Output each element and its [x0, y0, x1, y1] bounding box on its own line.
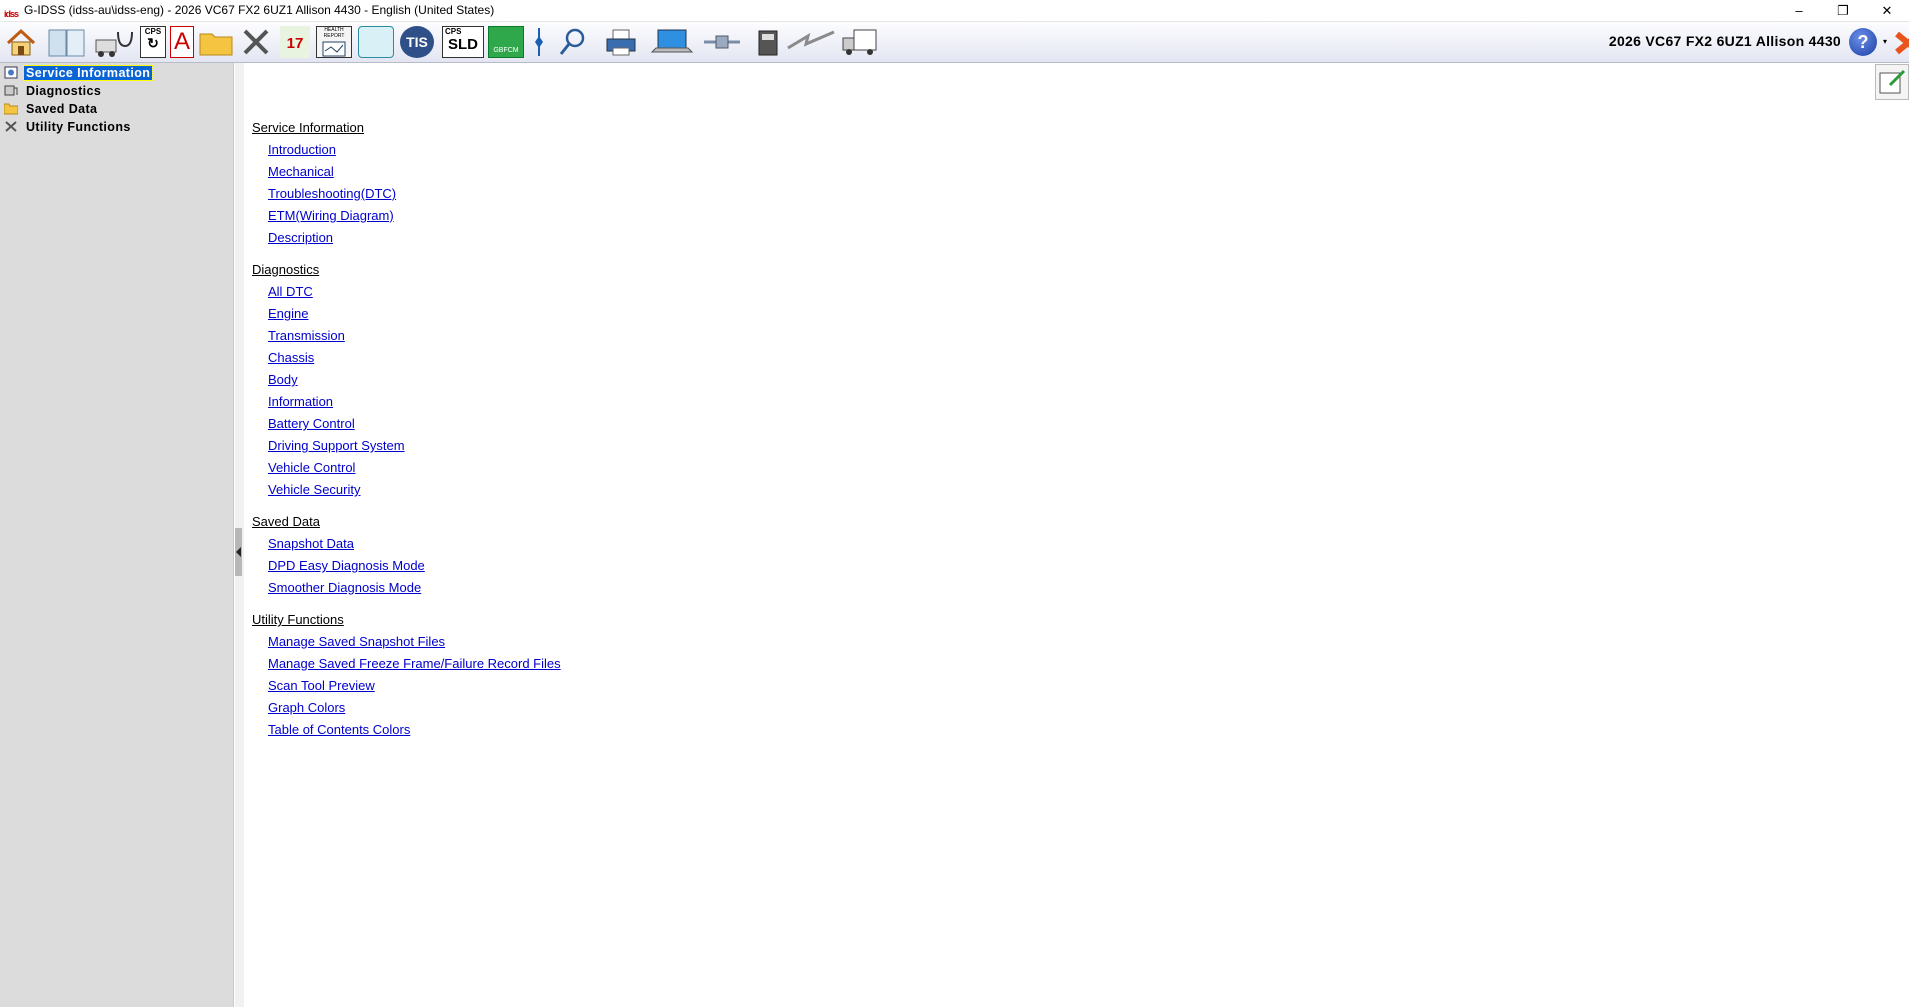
magnifier-icon[interactable] — [556, 26, 590, 58]
tree-item-utility-functions[interactable]: Utility Functions — [4, 119, 133, 136]
tree-item-diagnostics[interactable]: Diagnostics — [4, 83, 103, 100]
title-bar: idss G-IDSS (idss-au\idss-eng) - 2026 VC… — [0, 0, 1909, 22]
help-icon[interactable]: ? — [1849, 28, 1877, 56]
book-icon — [4, 66, 18, 79]
folder-icon — [3, 102, 19, 115]
collapse-arrow-icon[interactable] — [235, 528, 242, 576]
lightning-icon[interactable] — [786, 26, 836, 58]
main-toolbar: CPS ↻ A 17 HEALTH REPORT TIS CPS SLD GBF… — [0, 22, 1909, 63]
tools-icon — [4, 120, 18, 133]
link-all-dtc[interactable]: All DTC — [268, 284, 313, 299]
truck-stethoscope-icon[interactable] — [94, 26, 134, 58]
section-diagnostics[interactable]: Diagnostics — [252, 262, 319, 277]
book-icon[interactable] — [46, 26, 88, 58]
folder-icon[interactable] — [198, 26, 234, 58]
link-vehicle-security[interactable]: Vehicle Security — [268, 482, 361, 497]
device-icon[interactable] — [756, 26, 780, 58]
gbfcm-icon[interactable]: GBFCM — [488, 26, 524, 58]
dashboard-monitor-icon[interactable] — [358, 26, 394, 58]
edit-note-icon — [1879, 69, 1906, 94]
window-title: G-IDSS (idss-au\idss-eng) - 2026 VC67 FX… — [24, 3, 495, 17]
truck-icon[interactable] — [840, 26, 880, 58]
link-troubleshooting-dtc[interactable]: Troubleshooting(DTC) — [268, 186, 396, 201]
link-description[interactable]: Description — [268, 230, 333, 245]
link-vehicle-control[interactable]: Vehicle Control — [268, 460, 355, 475]
link-scan-tool-preview[interactable]: Scan Tool Preview — [268, 678, 375, 693]
navigation-tree: Service Information Diagnostics Saved Da… — [0, 63, 234, 1007]
edit-note-button[interactable] — [1875, 64, 1909, 100]
help-dropdown-icon[interactable]: ▾ — [1883, 37, 1887, 46]
section-utility-functions[interactable]: Utility Functions — [252, 612, 344, 627]
calendar-17-icon[interactable]: 17 — [280, 26, 310, 58]
cps-sld-icon[interactable]: CPS SLD — [442, 26, 484, 58]
tree-item-label: Diagnostics — [26, 84, 102, 98]
link-etm-wiring-diagram[interactable]: ETM(Wiring Diagram) — [268, 208, 394, 223]
printer-icon[interactable] — [604, 26, 638, 58]
link-smoother-diagnosis-mode[interactable]: Smoother Diagnosis Mode — [268, 580, 421, 595]
exit-icon[interactable] — [1891, 26, 1909, 58]
tools-icon[interactable] — [240, 26, 272, 58]
tree-item-saved-data[interactable]: Saved Data — [3, 101, 99, 118]
link-table-of-contents-colors[interactable]: Table of Contents Colors — [268, 722, 410, 737]
link-dpd-easy-diagnosis-mode[interactable]: DPD Easy Diagnosis Mode — [268, 558, 425, 573]
close-button[interactable]: ✕ — [1865, 0, 1909, 21]
link-manage-saved-snapshot-files[interactable]: Manage Saved Snapshot Files — [268, 634, 445, 649]
vehicle-label: 2026 VC67 FX2 6UZ1 Allison 4430 — [1608, 33, 1841, 49]
link-information[interactable]: Information — [268, 394, 333, 409]
tree-item-label: Utility Functions — [26, 120, 131, 134]
tree-item-label: Saved Data — [26, 102, 98, 116]
tree-item-service-information[interactable]: Service Information — [4, 65, 154, 82]
link-battery-control[interactable]: Battery Control — [268, 416, 355, 431]
section-saved-data[interactable]: Saved Data — [252, 514, 320, 529]
link-manage-saved-freeze-frame-files[interactable]: Manage Saved Freeze Frame/Failure Record… — [268, 656, 561, 671]
cps-reprogram-icon[interactable]: CPS ↻ — [140, 26, 166, 58]
link-graph-colors[interactable]: Graph Colors — [268, 700, 345, 715]
home-icon[interactable] — [4, 26, 38, 58]
tis-icon[interactable]: TIS — [400, 26, 434, 58]
divider-pin-icon[interactable] — [534, 26, 544, 58]
pane-splitter[interactable] — [235, 63, 244, 1007]
link-chassis[interactable]: Chassis — [268, 350, 314, 365]
laptop-icon[interactable] — [650, 26, 694, 58]
link-body[interactable]: Body — [268, 372, 298, 387]
diagnostics-icon — [4, 84, 18, 97]
link-engine[interactable]: Engine — [268, 306, 308, 321]
link-transmission[interactable]: Transmission — [268, 328, 345, 343]
content-pane: Service Information Introduction Mechani… — [252, 63, 1872, 1007]
link-introduction[interactable]: Introduction — [268, 142, 336, 157]
minimize-button[interactable]: – — [1777, 0, 1821, 21]
link-snapshot-data[interactable]: Snapshot Data — [268, 536, 354, 551]
restore-button[interactable]: ❐ — [1821, 0, 1865, 21]
link-mechanical[interactable]: Mechanical — [268, 164, 334, 179]
health-report-icon[interactable]: HEALTH REPORT — [316, 26, 352, 58]
link-driving-support-system[interactable]: Driving Support System — [268, 438, 405, 453]
tree-item-label: Service Information — [22, 65, 154, 81]
connector-icon[interactable] — [700, 26, 744, 58]
section-service-information[interactable]: Service Information — [252, 120, 364, 135]
font-a-icon[interactable]: A — [170, 26, 194, 58]
